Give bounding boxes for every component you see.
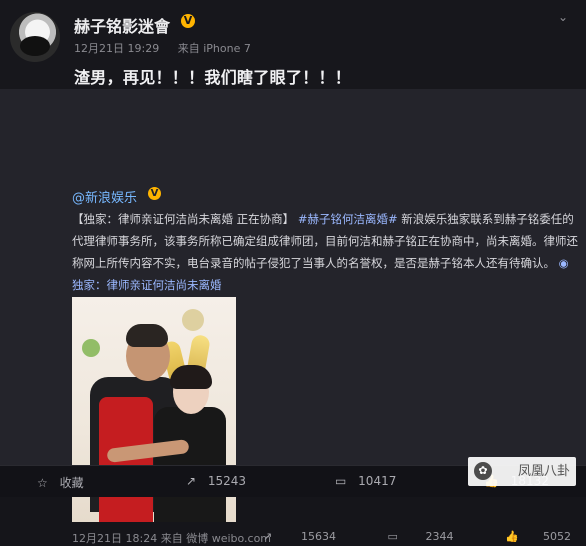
forward-count: 15243 [207,474,247,488]
comment-icon: ▭ [335,474,347,488]
repost-headline: 【独家：律师亲证何洁尚未离婚 正在协商】 [72,212,295,226]
watermark-text: 凤凰八卦 [517,464,570,479]
photo-woman-hair [170,365,212,389]
repost-comment-count: 2344 [425,530,454,543]
collect-button[interactable]: ☆ 收藏 [37,474,84,491]
post-source-prefix: 来自 [177,42,200,55]
repost-like-count: 5052 [543,530,571,543]
reposted-card: @新浪娱乐 V 【独家：律师亲证何洁尚未离婚 正在协商】 #赫子铭何洁离婚# 新… [0,89,586,545]
repost-verified-badge: V [148,187,161,200]
link-icon: ◉ [558,256,569,270]
forward-icon: ↗ [186,474,197,488]
post-text: 渣男，再见！！！我们瞎了眼了！！！ [74,68,352,87]
author-name[interactable]: 赫子铭影迷會 [74,13,170,37]
photo-balloon-left [82,339,100,357]
avatar[interactable] [10,12,60,62]
photo-man-hair [126,324,168,347]
star-icon: ☆ [37,476,48,490]
repost-text: 【独家：律师亲证何洁尚未离婚 正在协商】 #赫子铭何洁离婚# 新浪娱乐独家联系到… [72,208,578,296]
repost-stats: ↗ 15634 ▭ 2344 👍 5052 [215,530,571,543]
like-icon: 👍 [505,530,519,543]
chevron-down-icon[interactable]: ⌄ [558,10,572,24]
fengyun-logo-icon: ✿ [474,462,492,480]
verified-badge: V [181,14,195,28]
repost-time: 12月21日 18:24 [72,532,158,545]
repost-comment-stat[interactable]: ▭ 2344 [364,530,454,543]
repost-author[interactable]: @新浪娱乐 [72,187,137,206]
post-device: iPhone 7 [203,42,251,55]
comment-button[interactable]: ▭ 10417 [335,474,396,488]
repost-forward-count: 15634 [301,530,336,543]
post-meta: 12月21日 19:29 来自 iPhone 7 [74,40,251,56]
photo-balloon-right [182,309,204,331]
watermark: ✿ 凤凰八卦 [468,457,576,486]
post-time: 12月21日 19:29 [74,42,160,55]
weibo-post: 赫子铭影迷會 V 12月21日 19:29 来自 iPhone 7 ⌄ 渣男，再… [0,0,586,545]
comment-count: 10417 [358,474,397,488]
forward-button[interactable]: ↗ 15243 [186,474,246,488]
repost-forward-stat[interactable]: ↗ 15634 [239,530,336,543]
meta-separator [167,42,171,55]
repost-topic[interactable]: #赫子铭何洁离婚# [298,212,398,226]
forward-icon: ↗ [263,530,273,543]
repost-like-stat[interactable]: 👍 5052 [481,530,571,543]
repost-link[interactable]: 独家：律师亲证何洁尚未离婚 [72,278,222,292]
comment-icon: ▭ [387,530,398,543]
collect-label: 收藏 [59,476,84,490]
